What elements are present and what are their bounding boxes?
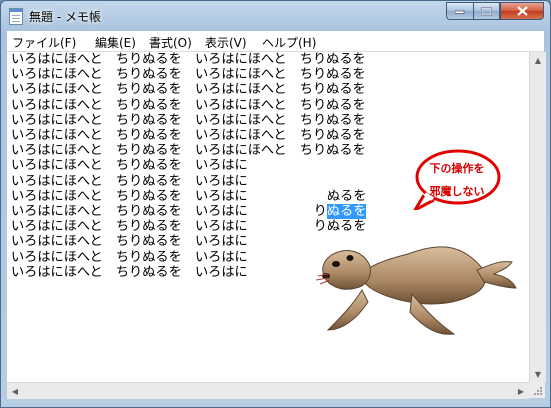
text-line[interactable]: いろはにほへと ちりぬるを いろはに [11, 234, 248, 249]
text-line[interactable]: いろはにほへと ちりぬるを いろはにほへと ちりぬるを [11, 52, 366, 67]
text-line[interactable]: いろはにほへと ちりぬるを いろはにほへと ちりぬるを [11, 82, 366, 97]
window-title: 無題 - メモ帳 [29, 10, 101, 24]
notepad-icon[interactable] [9, 8, 23, 25]
speech-bubble-shape [413, 149, 501, 210]
text-line[interactable]: いろはにほへと ちりぬるを いろはに [11, 174, 248, 189]
text-line[interactable]: いろはにほへと ちりぬるを いろはに [11, 250, 248, 265]
text-line[interactable]: いろはにほへと ちりぬるを いろはに [11, 158, 248, 173]
maximize-icon [481, 6, 492, 16]
menu-file[interactable]: ファイル(F) [12, 34, 76, 51]
menu-help[interactable]: ヘルプ(H) [262, 34, 316, 51]
text-line[interactable]: いろはにほへと ちりぬるを いろはに ぬるを [11, 189, 366, 204]
resize-grip-icon [534, 387, 542, 395]
menu-bar: ファイル(F) 編集(E) 書式(O) 表示(V) ヘルプ(H) [7, 31, 544, 52]
menu-edit[interactable]: 編集(E) [95, 34, 136, 51]
scroll-right-icon[interactable]: ▶ [513, 383, 529, 399]
text-line[interactable]: いろはにほへと ちりぬるを いろはにほへと ちりぬるを [11, 98, 366, 113]
seal-mascot [315, 246, 517, 335]
bubble-line-1: 下の操作を [429, 162, 485, 175]
scroll-down-icon[interactable]: ▼ [530, 366, 546, 382]
minimize-icon [455, 10, 465, 14]
text-line[interactable]: いろはにほへと ちりぬるを いろはにほへと ちりぬるを [11, 67, 366, 82]
scroll-left-icon[interactable]: ◀ [7, 383, 23, 399]
selected-text[interactable]: ぬるを [326, 204, 367, 220]
minimize-button[interactable] [446, 2, 473, 20]
text-line[interactable]: いろはにほへと ちりぬるを いろはに り [11, 204, 327, 219]
maximize-button[interactable] [473, 2, 500, 20]
close-button[interactable] [500, 2, 544, 20]
bubble-line-2: 邪魔しない [429, 185, 485, 198]
menu-view[interactable]: 表示(V) [205, 34, 247, 51]
scroll-up-icon[interactable]: ▲ [530, 52, 546, 68]
text-line[interactable]: いろはにほへと ちりぬるを いろはに [11, 265, 248, 280]
speech-bubble: 下の操作を 邪魔しない [412, 148, 502, 210]
vertical-scrollbar[interactable]: ▲ ▼ [529, 52, 546, 382]
menu-format[interactable]: 書式(O) [149, 34, 192, 51]
horizontal-scrollbar[interactable]: ◀ ▶ [7, 382, 529, 399]
size-grip[interactable] [529, 382, 545, 398]
text-line[interactable]: いろはにほへと ちりぬるを いろはにほへと ちりぬるを [11, 113, 366, 128]
text-line[interactable]: いろはにほへと ちりぬるを いろはにほへと ちりぬるを [11, 128, 366, 143]
title-bar[interactable]: 無題 - メモ帳 [1, 1, 550, 31]
caption-buttons [446, 2, 544, 21]
close-icon [516, 6, 528, 16]
text-line[interactable]: いろはにほへと ちりぬるを いろはにほへと ちりぬるを [11, 143, 366, 158]
